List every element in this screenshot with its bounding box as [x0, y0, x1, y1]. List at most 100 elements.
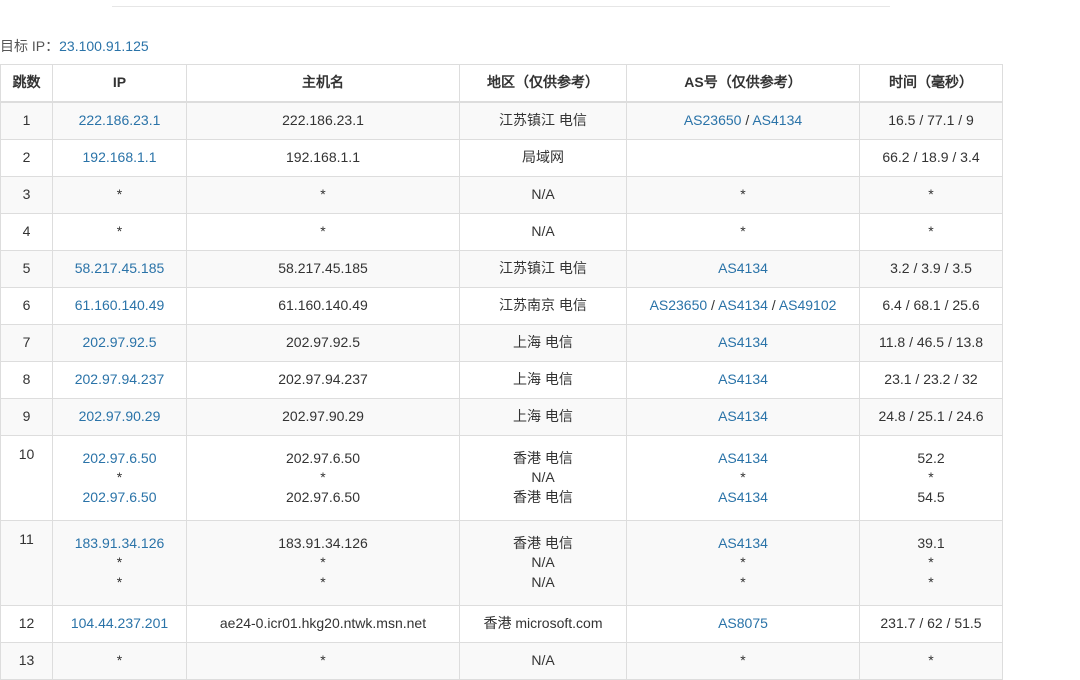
as-separator: /	[767, 297, 779, 314]
as-line: AS4134	[631, 449, 855, 469]
region-text: N/A	[531, 469, 555, 486]
as-line: *	[631, 468, 855, 488]
table-row: 6 61.160.140.49 61.160.140.49 江苏南京 电信 AS2365…	[0, 287, 1003, 325]
region-text: 江苏镇江 电信	[499, 260, 587, 277]
target-ip-label: 目标 IP：	[0, 38, 60, 54]
as-line: AS8075	[631, 614, 855, 634]
region-cell: 香港 电信 N/A 香港 电信	[459, 435, 627, 521]
as-line: AS4134	[631, 259, 855, 279]
hop-number-cell: 9	[0, 398, 53, 436]
hostname-text: 202.97.94.237	[278, 371, 368, 388]
as-text: *	[740, 223, 746, 240]
time-text: *	[928, 223, 934, 240]
ip-cell: *	[52, 213, 187, 251]
ip-text: *	[116, 573, 123, 590]
as-cell: AS4134	[626, 250, 860, 288]
table-row: 13 * * N/A * *	[0, 642, 1003, 680]
region-text: 局域网	[522, 149, 564, 166]
region-cell: 香港 电信 N/A N/A	[459, 520, 627, 606]
hop-number-cell: 11	[0, 520, 53, 606]
as-text: *	[740, 652, 746, 669]
ip-link[interactable]: 202.97.94.237	[57, 370, 182, 390]
as-line	[631, 148, 855, 168]
ip-link[interactable]: 202.97.92.5	[57, 333, 182, 353]
region-cell: 江苏镇江 电信	[459, 250, 627, 288]
column-header-region: 地区（仅供参考）	[459, 64, 627, 103]
ip-link[interactable]: 58.217.45.185	[57, 259, 182, 279]
ip-text: *	[116, 469, 123, 486]
hostname-text: *	[320, 186, 326, 203]
hostname-text: 183.91.34.126	[278, 534, 368, 551]
time-cell: *	[859, 176, 1003, 214]
region-cell: 上海 电信	[459, 324, 627, 362]
ip-text: *	[116, 554, 123, 571]
table-row: 12 104.44.237.201 ae24-0.icr01.hkg20.ntwk.…	[0, 605, 1003, 643]
ip-cell: *	[52, 176, 187, 214]
as-line: AS4134	[631, 534, 855, 554]
as-link[interactable]: AS4134	[718, 371, 768, 387]
time-text: 24.8 / 25.1 / 24.6	[878, 408, 984, 425]
ip-link[interactable]: 183.91.34.126	[57, 534, 182, 554]
time-text: 54.5	[917, 488, 945, 505]
hostname-cell: 202.97.6.50 * 202.97.6.50	[186, 435, 460, 521]
time-cell: *	[859, 213, 1003, 251]
as-text: *	[740, 469, 746, 486]
hop-number-cell: 1	[0, 101, 53, 140]
as-link[interactable]: AS4134	[718, 408, 768, 424]
as-cell: *	[626, 176, 860, 214]
region-text: N/A	[531, 573, 555, 590]
table-row: 5 58.217.45.185 58.217.45.185 江苏镇江 电信 AS4134…	[0, 250, 1003, 288]
ip-cell: 202.97.90.29	[52, 398, 187, 436]
as-link[interactable]: AS4134	[718, 297, 768, 313]
as-text: *	[740, 573, 746, 590]
region-cell: N/A	[459, 176, 627, 214]
region-text: 香港 电信	[513, 534, 573, 551]
as-text: *	[740, 186, 746, 203]
ip-link[interactable]: 202.97.90.29	[57, 407, 182, 427]
time-text: 39.1	[917, 534, 945, 551]
hop-number-cell: 6	[0, 287, 53, 325]
as-link[interactable]: AS8075	[718, 615, 768, 631]
as-line: AS4134	[631, 488, 855, 508]
top-divider	[112, 6, 890, 7]
as-link[interactable]: AS4134	[718, 535, 768, 551]
region-text: 上海 电信	[513, 334, 573, 351]
target-ip-line: 目标 IP：23.100.91.125	[0, 37, 149, 55]
column-header-hop: 跳数	[0, 64, 53, 103]
as-link[interactable]: AS4134	[718, 489, 768, 505]
time-text: 52.2	[917, 449, 945, 466]
ip-link[interactable]: 61.160.140.49	[57, 296, 182, 316]
as-link[interactable]: AS49102	[779, 297, 837, 313]
time-text: 23.1 / 23.2 / 32	[884, 371, 978, 388]
hostname-text: 61.160.140.49	[278, 297, 368, 314]
ip-cell: 202.97.94.237	[52, 361, 187, 399]
as-link[interactable]: AS4134	[718, 260, 768, 276]
time-cell: 3.2 / 3.9 / 3.5	[859, 250, 1003, 288]
ip-link[interactable]: 202.97.6.50	[57, 449, 182, 469]
hostname-cell: 58.217.45.185	[186, 250, 460, 288]
hostname-cell: 202.97.90.29	[186, 398, 460, 436]
hop-number-cell: 12	[0, 605, 53, 643]
as-cell: AS8075	[626, 605, 860, 643]
hop-number-cell: 4	[0, 213, 53, 251]
ip-link[interactable]: 192.168.1.1	[57, 148, 182, 168]
as-link[interactable]: AS23650	[684, 112, 742, 128]
time-text: *	[928, 469, 934, 486]
as-line: *	[631, 573, 855, 593]
hostname-cell: 222.186.23.1	[186, 101, 460, 140]
ip-link[interactable]: 104.44.237.201	[57, 614, 182, 634]
table-row: 8 202.97.94.237 202.97.94.237 上海 电信 AS4134 23…	[0, 361, 1003, 399]
as-link[interactable]: AS23650	[650, 297, 708, 313]
time-cell: 52.2 * 54.5	[859, 435, 1003, 521]
ip-link[interactable]: 222.186.23.1	[57, 111, 182, 131]
as-link[interactable]: AS4134	[718, 450, 768, 466]
target-ip-link[interactable]: 23.100.91.125	[59, 38, 149, 54]
as-link[interactable]: AS4134	[752, 112, 802, 128]
hostname-text: 202.97.6.50	[286, 449, 360, 466]
as-link[interactable]: AS4134	[718, 334, 768, 350]
region-text: 香港 microsoft.com	[483, 615, 603, 632]
ip-link[interactable]: 202.97.6.50	[57, 488, 182, 508]
ip-cell: 104.44.237.201	[52, 605, 187, 643]
region-cell: 上海 电信	[459, 361, 627, 399]
hostname-text: 58.217.45.185	[278, 260, 368, 277]
